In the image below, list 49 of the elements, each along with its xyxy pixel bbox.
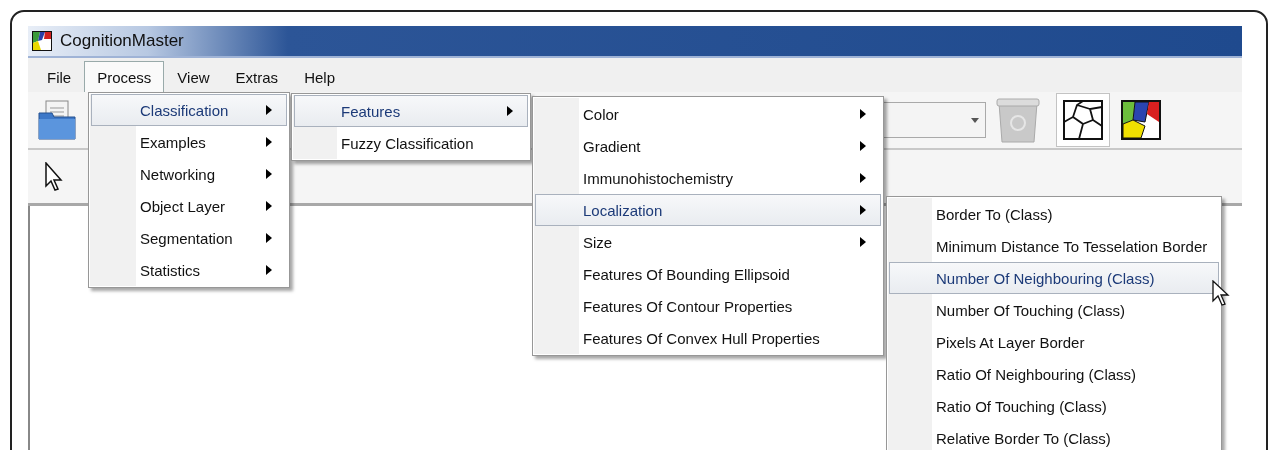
menu-item[interactable]: Examples [91,126,287,158]
menu-item[interactable]: Relative Border To (Class) [889,422,1219,450]
menu-bar-item[interactable]: Help [291,61,348,92]
menu-item[interactable]: Localization [535,194,881,226]
submenu-arrow-icon [266,105,272,115]
app-logo-icon [32,31,52,51]
menu-item[interactable]: Gradient [535,130,881,162]
menu-item[interactable]: Ratio Of Touching (Class) [889,390,1219,422]
menu-bar-item[interactable]: Process [84,61,165,92]
submenu-arrow-icon [266,201,272,211]
menu-item[interactable]: Size [535,226,881,258]
menu-item[interactable]: Number Of Touching (Class) [889,294,1219,326]
colored-segments-icon [1121,100,1161,140]
menu-item[interactable]: Ratio Of Neighbouring (Class) [889,358,1219,390]
menu-bar-item[interactable]: File [34,61,85,92]
menu-item[interactable]: Number Of Neighbouring (Class) [889,262,1219,294]
menu-item[interactable]: Features Of Bounding Ellipsoid [535,258,881,290]
segment-outline-view-button[interactable] [1056,93,1110,147]
open-folder-icon[interactable] [38,99,76,141]
menu-item[interactable]: Features Of Convex Hull Properties [535,322,881,354]
menu-item[interactable]: Minimum Distance To Tesselation Border [889,230,1219,262]
menu-item[interactable]: Fuzzy Classification [294,127,528,159]
submenu-arrow-icon [860,205,866,215]
menu-item[interactable]: Object Layer [91,190,287,222]
submenu-arrow-icon [266,137,272,147]
submenu-arrow-icon [266,233,272,243]
submenu-arrow-icon [860,141,866,151]
submenu-arrow-icon [266,169,272,179]
menu-bar-item[interactable]: View [164,61,223,92]
menu-item[interactable]: Segmentation [91,222,287,254]
window-title: CognitionMaster [60,31,184,51]
caret-icon [971,117,979,123]
submenu-arrow-icon [507,106,513,116]
menu-item[interactable]: Classification [91,94,287,126]
submenu-arrow-icon [860,237,866,247]
menu-item[interactable]: Networking [91,158,287,190]
menu-item[interactable]: Features [294,95,528,127]
menu-item[interactable]: Border To (Class) [889,198,1219,230]
menu-item[interactable]: Statistics [91,254,287,286]
menu-item[interactable]: Color [535,98,881,130]
submenu-arrow-icon [860,109,866,119]
menu-item[interactable]: Features Of Contour Properties [535,290,881,322]
menu-item[interactable]: Immunohistochemistry [535,162,881,194]
menu-bar-item[interactable]: Extras [222,61,292,92]
segment-outline-icon [1063,100,1103,140]
menu-item[interactable]: Pixels At Layer Border [889,326,1219,358]
submenu-arrow-icon [860,173,866,183]
submenu-arrow-icon [266,265,272,275]
pointer-tool-icon[interactable] [44,161,64,192]
